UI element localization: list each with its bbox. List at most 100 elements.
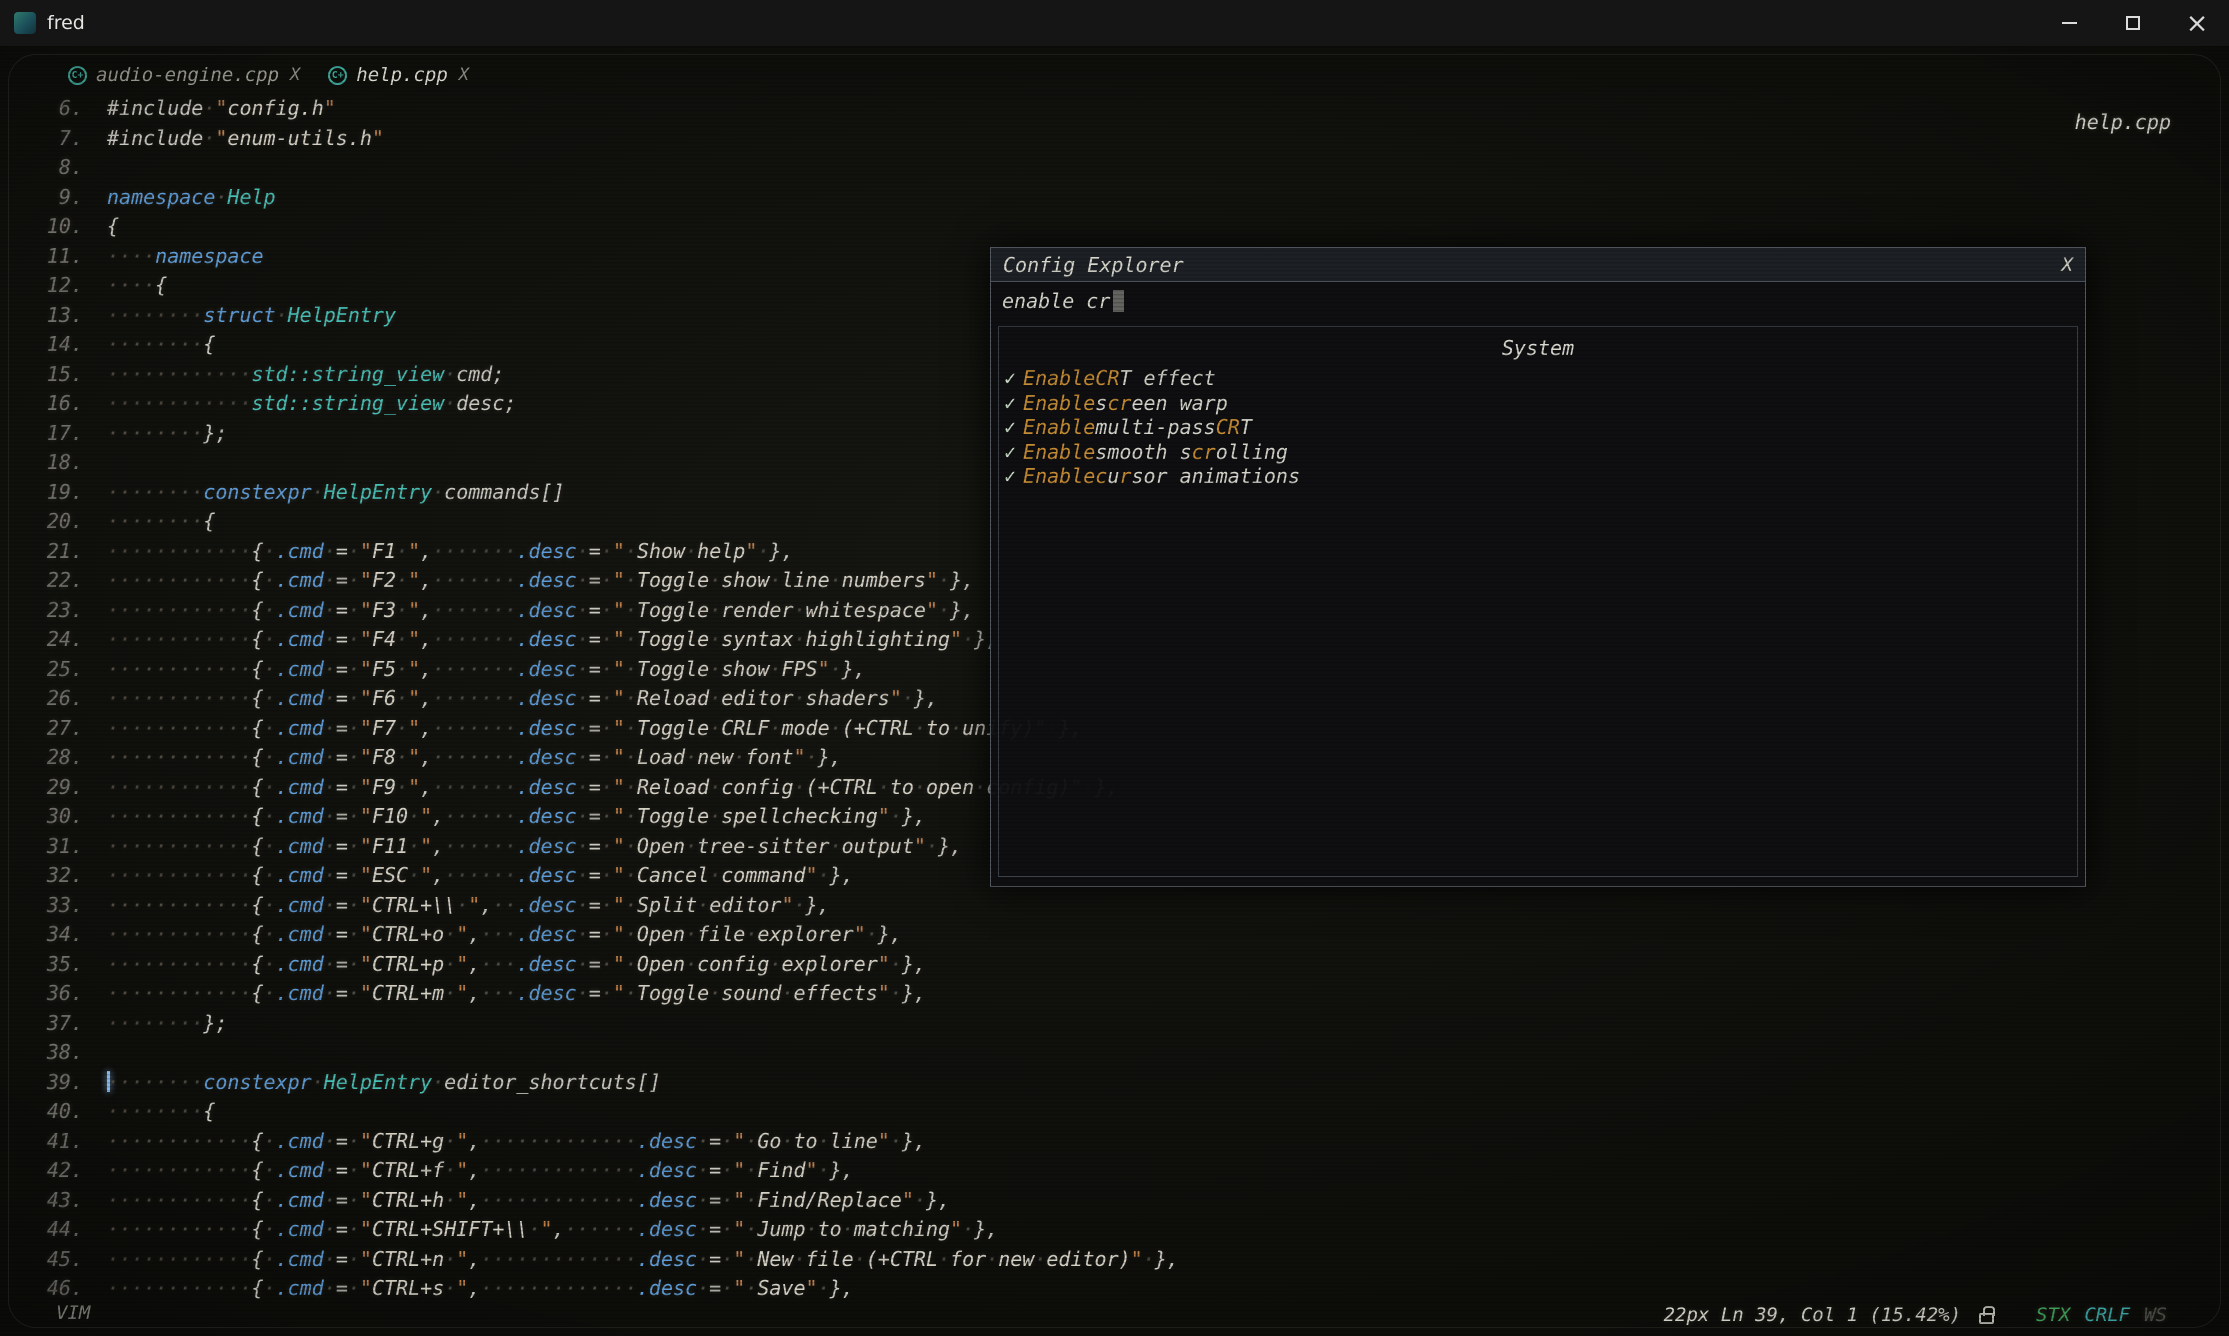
code-token: .desc [637,1158,697,1182]
code-token: = [336,627,348,651]
whitespace-dots: · [396,568,408,592]
tab-audio-engine[interactable]: C+ audio-engine.cpp X [56,60,312,90]
code-line: 7.#include·"enum-utils.h" [0,124,1179,154]
code-line-content[interactable]: ············{·.cmd·=·"F4·",·······.desc·… [92,625,998,655]
code-line-content[interactable]: ········}; [92,419,227,449]
code-line-content[interactable]: ········}; [92,1009,227,1039]
code-line-content[interactable]: ············{·.cmd·=·"CTRL+g·",·········… [92,1127,926,1157]
code-token: " [456,952,468,976]
code-line-content[interactable]: ············{·.cmd·=·"CTRL+p·",···.desc·… [92,950,926,980]
config-option[interactable]: ✓Enable multi-pass CRT [999,415,2077,440]
popup-titlebar[interactable]: Config Explorer X [991,248,2085,282]
code-token: = [336,686,348,710]
code-token: = [589,804,601,828]
code-token: { [252,745,264,769]
whitespace-dots: ······· [432,627,516,651]
whitespace-dots: ········ [107,1070,203,1094]
whitespace-dots: · [830,834,842,858]
whitespace-dots: · [601,539,613,563]
config-option[interactable]: ✓Enable smooth scrolling [999,440,2077,465]
config-option[interactable]: ✓Enable CRT effect [999,366,2077,391]
whitespace-dots: · [396,627,408,651]
whitespace-dots: · [264,1217,276,1241]
whitespace-dots: · [408,804,420,828]
code-token: FPS [781,657,817,681]
code-line-content[interactable] [92,448,107,478]
config-option[interactable]: ✓Enable screen warp [999,391,2077,416]
config-option[interactable]: ✓Enable cursor animations [999,464,2077,489]
code-line-content[interactable]: ············{·.cmd·=·"F3·",·······.desc·… [92,596,974,626]
line-number: 31. [0,832,92,862]
code-line-content[interactable]: ············{·.cmd·=·"CTRL+m·",···.desc·… [92,979,926,1009]
code-token: .cmd [276,657,324,681]
maximize-button[interactable] [2101,0,2165,46]
whitespace-dots: · [264,922,276,946]
code-line-content[interactable]: ····namespace [92,242,264,272]
whitespace-dots: · [757,539,769,563]
code-line-content[interactable]: ············{·.cmd·=·"CTRL+s·",·········… [92,1274,854,1304]
code-token: = [336,1188,348,1212]
code-token: " [854,922,866,946]
whitespace-dots: · [709,981,721,1005]
code-line-content[interactable]: { [92,212,119,242]
code-line-content[interactable]: ············{·.cmd·=·"CTRL+\\·",··.desc·… [92,891,830,921]
code-line-content[interactable]: ············{·.cmd·=·"F1·",·······.desc·… [92,537,794,567]
code-line-content[interactable]: ········constexpr·HelpEntry·commands[] [92,478,565,508]
code-line-content[interactable]: ············{·.cmd·=·"F8·",·······.desc·… [92,743,842,773]
whitespace-dots: ············ [107,539,252,563]
config-search-input[interactable]: enable cr [991,282,2085,319]
code-line-content[interactable]: ············std::string_view·cmd; [92,360,504,390]
close-button[interactable]: × [2165,0,2229,46]
code-line-content[interactable] [92,153,107,183]
code-line-content[interactable]: ············{·.cmd·=·"CTRL+f·",·········… [92,1156,854,1186]
code-line-content[interactable]: ····{ [92,271,167,301]
tab-close-icon[interactable]: X [459,65,469,85]
line-number: 37. [0,1009,92,1039]
whitespace-dots: · [444,981,456,1005]
tab-help[interactable]: C+ help.cpp X [316,60,481,90]
code-line-content[interactable]: ············{·.cmd·=·"F5·",·······.desc·… [92,655,866,685]
whitespace-dots: · [264,657,276,681]
code-line-content[interactable]: ········{ [92,1097,215,1127]
whitespace-dots: · [818,1276,830,1300]
popup-close-icon[interactable]: X [2062,254,2073,276]
code-line-content[interactable]: ············{·.cmd·=·"F6·",·······.desc·… [92,684,938,714]
code-line-content[interactable]: ············{·.cmd·=·"CTRL+n·",·········… [92,1245,1179,1275]
code-line-content[interactable]: ········{ [92,330,215,360]
code-line-content[interactable]: ············std::string_view·desc; [92,389,516,419]
code-line-content[interactable]: ············{·.cmd·=·"ESC·",······.desc·… [92,861,854,891]
code-line-content[interactable]: ········constexpr·HelpEntry·editor_short… [92,1068,661,1098]
code-token: " [613,568,625,592]
code-token: .cmd [276,1188,324,1212]
whitespace-dots: · [601,745,613,769]
code-token: " [878,952,890,976]
code-token: CTRL+SHIFT+\\ [372,1217,529,1241]
code-line-content[interactable]: namespace·Help [92,183,276,213]
tab-close-icon[interactable]: X [290,65,300,85]
whitespace-dots: · [264,1247,276,1271]
minimize-button[interactable] [2037,0,2101,46]
code-line-content[interactable]: ············{·.cmd·=·"CTRL+h·",·········… [92,1186,950,1216]
code-line-content[interactable]: #include·"config.h" [92,94,336,124]
code-token: " [360,745,372,769]
code-line-content[interactable]: ············{·.cmd·=·"CTRL+SHIFT+\\·",··… [92,1215,998,1245]
code-line-content[interactable]: #include·"enum-utils.h" [92,124,384,154]
code-line-content[interactable]: ········{ [92,507,215,537]
code-token: , [468,1276,480,1300]
whitespace-dots: · [577,598,589,622]
code-line-content[interactable]: ············{·.cmd·=·"F10·",······.desc·… [92,802,926,832]
whitespace-dots: · [974,775,986,799]
code-token: " [806,1276,818,1300]
code-token: CTRL+h [372,1188,444,1212]
code-line-content[interactable]: ············{·.cmd·=·"CTRL+o·",···.desc·… [92,920,902,950]
code-token: " [456,1276,468,1300]
option-text: T effect [1119,366,1215,390]
code-token: " [456,981,468,1005]
code-line-content[interactable]: ············{·.cmd·=·"F7·",·······.desc·… [92,714,1083,744]
code-line-content[interactable]: ············{·.cmd·=·"F2·",·······.desc·… [92,566,974,596]
code-line-content[interactable]: ············{·.cmd·=·"F9·",·······.desc·… [92,773,1119,803]
code-line-content[interactable] [92,1038,107,1068]
code-line-content[interactable]: ········struct·HelpEntry [92,301,396,331]
vim-mode-indicator: VIM [56,1302,90,1324]
code-line-content[interactable]: ············{·.cmd·=·"F11·",······.desc·… [92,832,962,862]
